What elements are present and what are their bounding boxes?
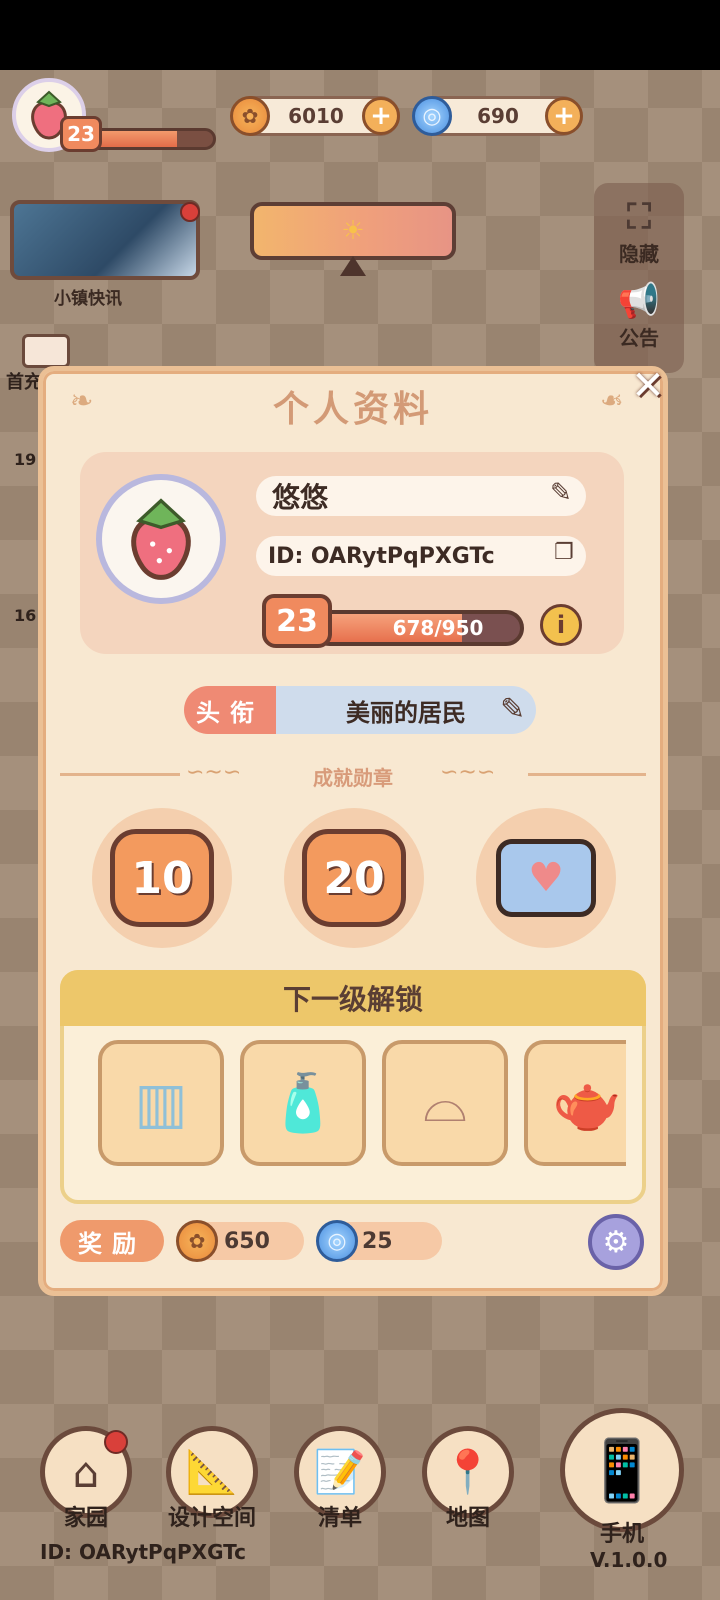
detergent-icon: 🧴: [268, 1071, 338, 1136]
house-icon: ⌂: [72, 1447, 100, 1497]
reward-gem-icon: ◎: [316, 1220, 358, 1262]
kettle-icon: 🫖: [552, 1071, 622, 1136]
level-badge: 23: [60, 116, 102, 152]
news-label: 小镇快讯: [54, 289, 122, 309]
reward-coin-icon: ✿: [176, 1220, 218, 1262]
phone-icon: 📱: [584, 1435, 660, 1506]
medal-10-badge: 10: [110, 829, 214, 927]
player-name: 悠悠: [272, 481, 329, 514]
xp-progress-bar: 678/950: [312, 610, 524, 646]
notepad-icon: 📝: [313, 1447, 367, 1496]
unlock-title: 下一级解锁: [60, 970, 646, 1026]
edit-title-icon[interactable]: ✎: [500, 692, 525, 727]
unlock-item-shelf[interactable]: ⌓: [382, 1040, 508, 1166]
player-id-field: ID: OARytPqPXGTc: [256, 536, 586, 576]
map-pin-icon: 📍: [441, 1447, 495, 1496]
cabinet-icon: ▥: [134, 1070, 188, 1136]
design-space-label: 设计空间: [167, 1506, 256, 1531]
weather-panel[interactable]: ☀: [250, 202, 456, 260]
profile-avatar[interactable]: [96, 474, 226, 604]
weather-arrow-icon[interactable]: [340, 256, 366, 276]
player-name-field: 悠悠: [256, 476, 586, 516]
gem-amount: 690: [477, 104, 519, 128]
medal-20-badge: 20: [302, 829, 406, 927]
megaphone-icon: 📢: [617, 281, 661, 321]
home-notification-dot: [104, 1430, 128, 1454]
notice-label: 公告: [619, 326, 659, 350]
left-counter-2: 16: [14, 606, 37, 625]
notice-button[interactable]: 📢 公告: [594, 280, 684, 351]
add-coins-button[interactable]: +: [362, 97, 400, 135]
player-id: ID: OARytPqPXGTc: [268, 543, 495, 569]
gem-icon: ◎: [412, 96, 452, 136]
fullscreen-icon: ⛶: [627, 197, 651, 237]
notification-dot: [180, 202, 200, 222]
achievements-label: 成就勋章: [313, 766, 393, 790]
coin-amount: 6010: [288, 104, 344, 128]
map-label: 地图: [445, 1506, 490, 1531]
hide-button[interactable]: ⛶ 隐藏: [594, 196, 684, 267]
coin-icon: ✿: [230, 96, 270, 136]
status-bar: [0, 0, 720, 70]
ruler-triangle-icon: 📐: [185, 1447, 239, 1496]
reward-coins-amount: 650: [224, 1228, 270, 1254]
xp-text: 678/950: [392, 616, 484, 640]
shelf-icon: ⌓: [422, 1070, 468, 1135]
settings-button[interactable]: ⚙: [588, 1214, 644, 1270]
phone-button[interactable]: 📱: [560, 1408, 684, 1532]
phone-label: 手机: [599, 1522, 644, 1547]
bottom-player-id: ID: OARytPqPXGTc: [40, 1540, 247, 1564]
medal-level-10[interactable]: 10: [92, 808, 232, 948]
copy-icon[interactable]: ❐: [554, 540, 574, 565]
medal-level-20[interactable]: 20: [284, 808, 424, 948]
home-label: 家园: [63, 1506, 108, 1531]
modal-title: 个人资料: [272, 389, 433, 430]
left-counter-1: 19: [14, 450, 37, 469]
strawberry-icon: [131, 498, 191, 580]
title-tag: 头衔: [184, 686, 276, 734]
unlock-item-detergent[interactable]: 🧴: [240, 1040, 366, 1166]
edit-name-icon[interactable]: ✎: [550, 478, 572, 508]
medal-heart-message[interactable]: ♥: [476, 808, 616, 948]
reward-tag: 奖励: [60, 1220, 164, 1262]
profile-level-badge: 23: [262, 594, 332, 648]
unlock-item-kettle[interactable]: 🫖: [524, 1040, 626, 1166]
mail-icon[interactable]: [22, 334, 70, 368]
first-charge-label: 首充: [6, 372, 42, 393]
unlock-items-list[interactable]: ▥ 🧴 ⌓ 🫖: [90, 1036, 626, 1172]
list-label: 清单: [317, 1506, 362, 1531]
version-label: V.1.0.0: [590, 1548, 668, 1572]
heart-message-icon: ♥: [496, 839, 596, 917]
reward-gems-amount: 25: [362, 1228, 393, 1254]
unlock-item-cabinet[interactable]: ▥: [98, 1040, 224, 1166]
hide-label: 隐藏: [619, 242, 659, 266]
sun-icon: ☀: [341, 216, 365, 246]
add-gems-button[interactable]: +: [545, 97, 583, 135]
news-card[interactable]: [10, 200, 200, 280]
gear-icon: ⚙: [602, 1224, 630, 1260]
info-button[interactable]: i: [540, 604, 582, 646]
title-value: 美丽的居民: [276, 686, 536, 734]
